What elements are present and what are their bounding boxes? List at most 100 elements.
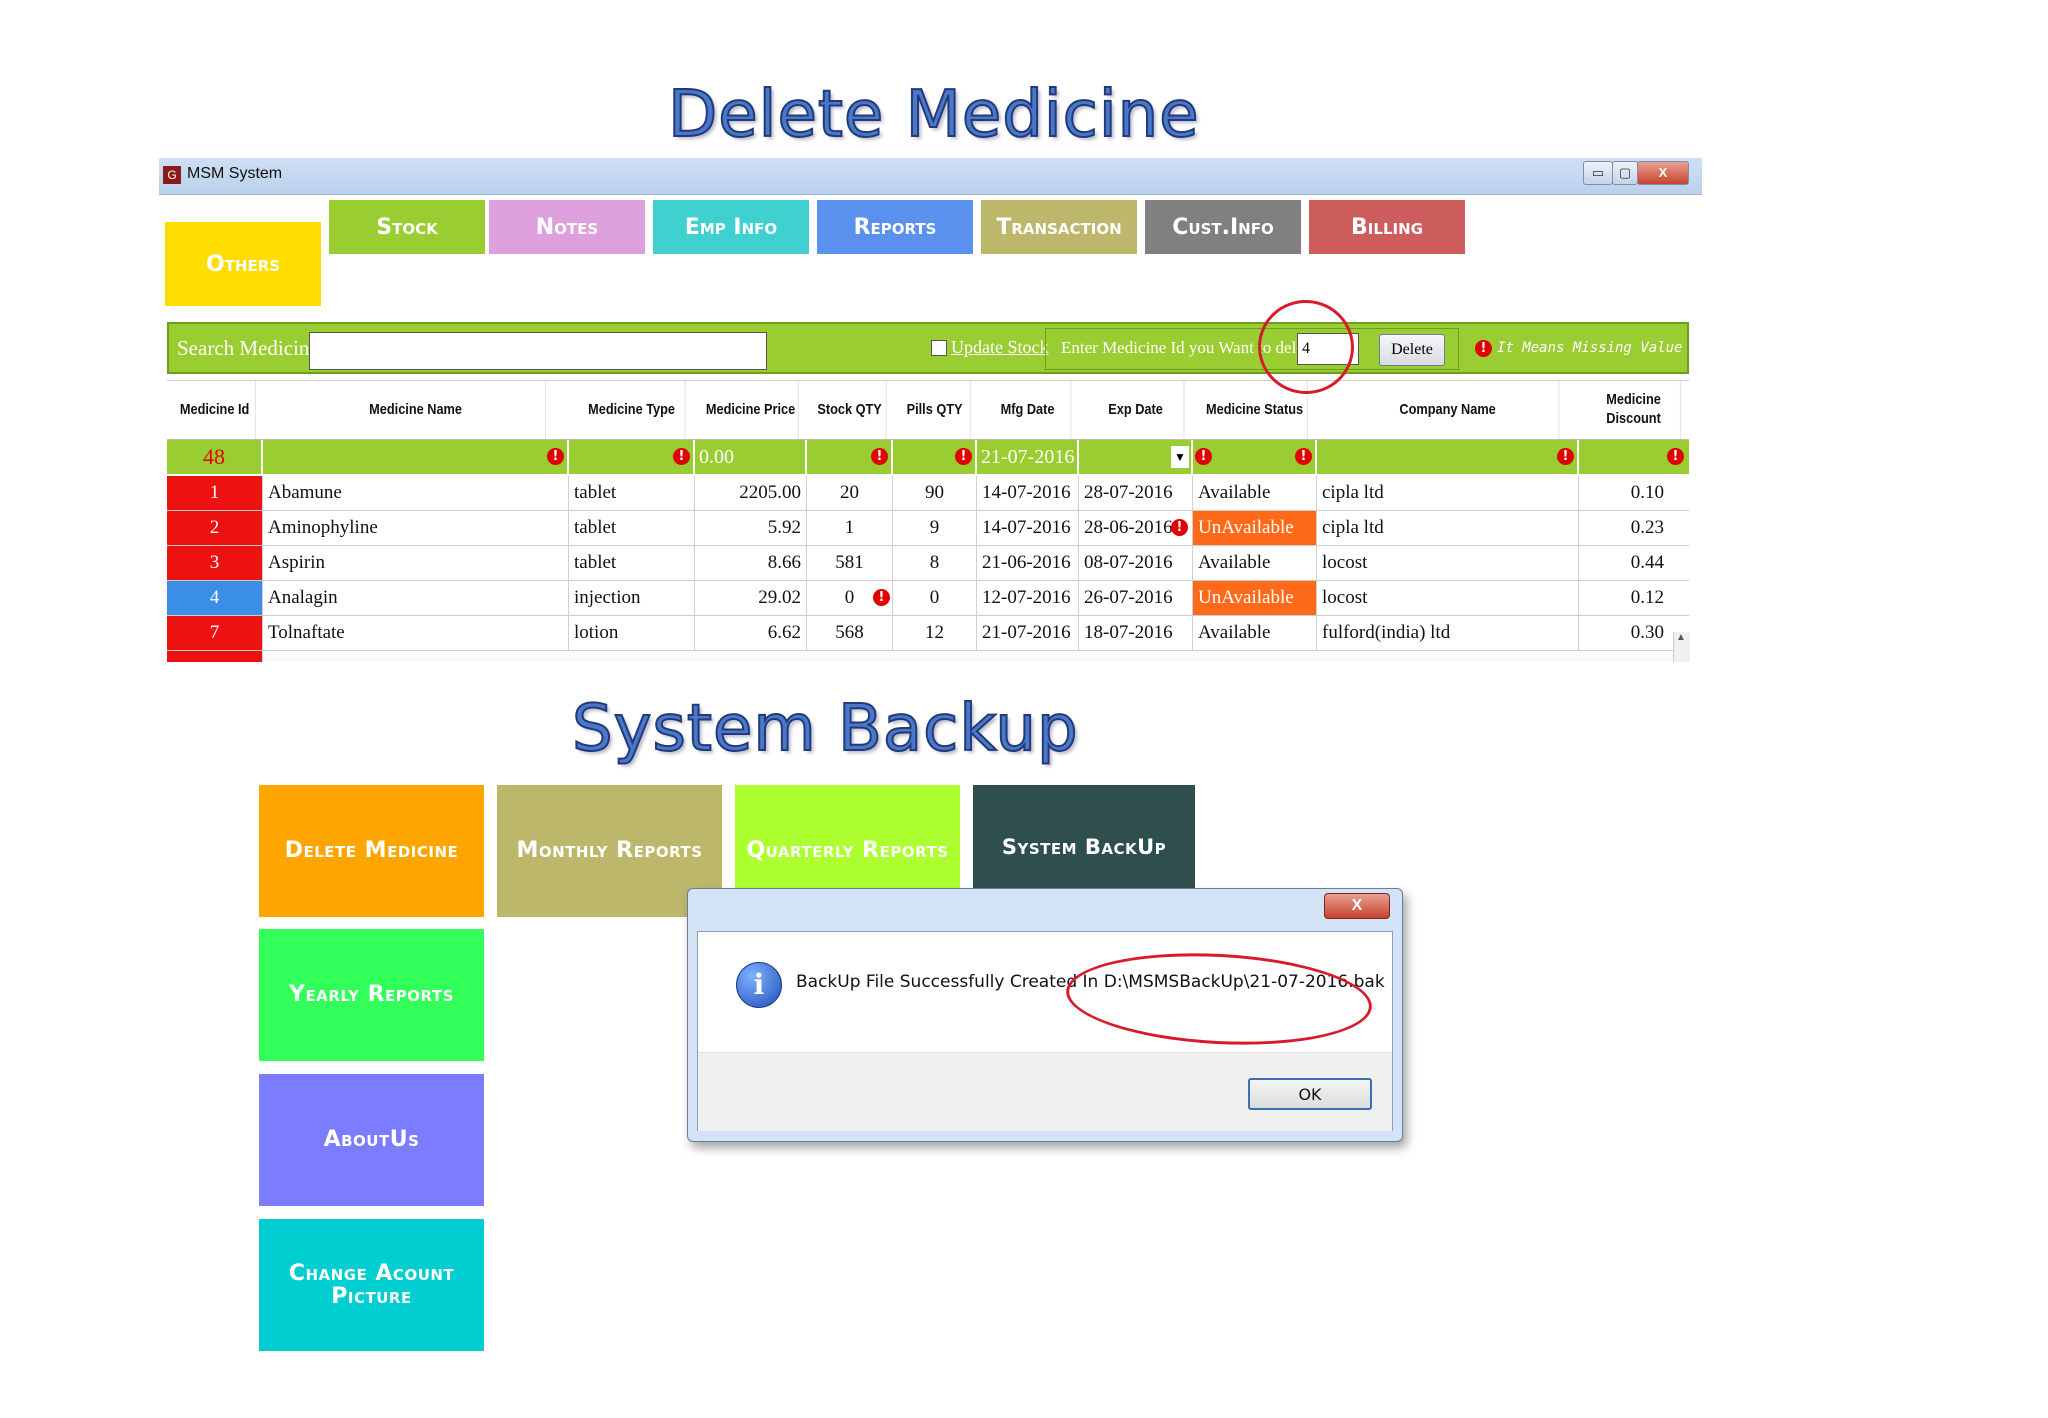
filter-name[interactable] bbox=[263, 440, 569, 474]
row-status[interactable]: Available bbox=[1193, 476, 1317, 510]
row-exp[interactable]: 18-07-2016 bbox=[1079, 616, 1193, 650]
col-medicine-discount[interactable]: Medicine Discount bbox=[1587, 381, 1681, 439]
row-id[interactable]: 2 bbox=[167, 511, 263, 545]
row-price[interactable]: 2205.00 bbox=[695, 476, 807, 510]
row-mfg[interactable]: 21-06-2016 bbox=[977, 546, 1079, 580]
error-icon: ! bbox=[873, 589, 890, 606]
row-price[interactable]: 29.02 bbox=[695, 581, 807, 615]
tab-stock[interactable]: Stock bbox=[329, 200, 485, 254]
window-close-button[interactable]: X bbox=[1637, 161, 1689, 185]
row-type[interactable]: lotion bbox=[569, 616, 695, 650]
row-discount[interactable]: 0.30 bbox=[1579, 616, 1669, 650]
row-pills[interactable]: 8 bbox=[893, 546, 977, 580]
table-row[interactable]: 4 Analagin injection 29.02 0 ! 0 12-07-2… bbox=[167, 581, 1689, 616]
tile-about-us[interactable]: AboutUs bbox=[259, 1074, 484, 1206]
col-medicine-id[interactable]: Medicine Id bbox=[174, 381, 256, 439]
row-name[interactable]: Aspirin bbox=[263, 546, 569, 580]
row-id[interactable] bbox=[167, 651, 263, 662]
date-dropdown-icon[interactable]: ▼ bbox=[1171, 446, 1189, 468]
tab-notes[interactable]: Notes bbox=[489, 200, 645, 254]
row-pills[interactable]: 9 bbox=[893, 511, 977, 545]
update-stock-link[interactable]: Update Stock bbox=[951, 337, 1048, 358]
row-name[interactable]: Abamune bbox=[263, 476, 569, 510]
row-company[interactable]: locost bbox=[1317, 546, 1579, 580]
row-company[interactable]: cipla ltd bbox=[1317, 511, 1579, 545]
row-discount[interactable]: 0.23 bbox=[1579, 511, 1669, 545]
row-company[interactable]: locost bbox=[1317, 581, 1579, 615]
tile-delete-medicine[interactable]: Delete Medicine bbox=[259, 785, 484, 917]
table-row[interactable]: 1 Abamune tablet 2205.00 20 90 14-07-201… bbox=[167, 476, 1689, 511]
tab-reports[interactable]: Reports bbox=[817, 200, 973, 254]
row-name[interactable]: Aminophyline bbox=[263, 511, 569, 545]
table-row[interactable]: 7 Tolnaftate lotion 6.62 568 12 21-07-20… bbox=[167, 616, 1689, 651]
row-stock[interactable]: 568 bbox=[807, 616, 893, 650]
row-discount[interactable]: 0.10 bbox=[1579, 476, 1669, 510]
col-medicine-name[interactable]: Medicine Name bbox=[286, 381, 547, 439]
row-mfg[interactable]: 12-07-2016 bbox=[977, 581, 1079, 615]
row-id[interactable]: 4 bbox=[167, 581, 263, 615]
row-mfg[interactable]: 14-07-2016 bbox=[977, 511, 1079, 545]
filter-id[interactable]: 48 bbox=[167, 440, 263, 474]
scroll-up-icon[interactable]: ▲ bbox=[1674, 632, 1688, 650]
tab-cust-info[interactable]: Cust.Info bbox=[1145, 200, 1301, 254]
row-id[interactable]: 1 bbox=[167, 476, 263, 510]
row-mfg[interactable]: 21-07-2016 bbox=[977, 616, 1079, 650]
row-status[interactable]: UnAvailable bbox=[1193, 581, 1317, 615]
tab-transaction[interactable]: Transaction bbox=[981, 200, 1137, 254]
row-stock[interactable]: 1 bbox=[807, 511, 893, 545]
row-exp[interactable]: 26-07-2016 bbox=[1079, 581, 1193, 615]
row-stock[interactable]: 581 bbox=[807, 546, 893, 580]
update-stock-checkbox[interactable] bbox=[931, 340, 947, 356]
minimize-button[interactable]: ▭ bbox=[1583, 161, 1613, 185]
tile-label: AboutUs bbox=[323, 1127, 420, 1153]
row-id[interactable]: 7 bbox=[167, 616, 263, 650]
row-type[interactable]: injection bbox=[569, 581, 695, 615]
row-type[interactable]: tablet bbox=[569, 546, 695, 580]
delete-button[interactable]: Delete bbox=[1379, 334, 1445, 366]
table-row[interactable]: 2 Aminophyline tablet 5.92 1 9 14-07-201… bbox=[167, 511, 1689, 546]
col-mfg-date[interactable]: Mfg Date bbox=[985, 381, 1072, 439]
row-pills[interactable]: 90 bbox=[893, 476, 977, 510]
row-status[interactable]: Available bbox=[1193, 546, 1317, 580]
dialog-close-button[interactable]: X bbox=[1324, 893, 1390, 919]
row-type[interactable]: tablet bbox=[569, 511, 695, 545]
row-discount[interactable]: 0.12 bbox=[1579, 581, 1669, 615]
col-medicine-type[interactable]: Medicine Type bbox=[578, 381, 686, 439]
tab-emp-info[interactable]: Emp Info bbox=[653, 200, 809, 254]
col-pills-qty[interactable]: Pills QTY bbox=[899, 381, 971, 439]
tile-change-account-picture[interactable]: Change Acount Picture bbox=[259, 1219, 484, 1351]
row-stock[interactable]: 20 bbox=[807, 476, 893, 510]
row-type[interactable]: tablet bbox=[569, 476, 695, 510]
filter-company[interactable] bbox=[1317, 440, 1579, 474]
row-mfg[interactable]: 14-07-2016 bbox=[977, 476, 1079, 510]
row-name[interactable]: Tolnaftate bbox=[263, 616, 569, 650]
row-company[interactable]: cipla ltd bbox=[1317, 476, 1579, 510]
row-price[interactable]: 8.66 bbox=[695, 546, 807, 580]
col-stock-qty[interactable]: Stock QTY bbox=[813, 381, 887, 439]
row-pills[interactable]: 0 bbox=[893, 581, 977, 615]
row-exp[interactable]: 28-07-2016 bbox=[1079, 476, 1193, 510]
row-discount[interactable]: 0.44 bbox=[1579, 546, 1669, 580]
col-company-name[interactable]: Company Name bbox=[1337, 381, 1560, 439]
row-status[interactable]: Available bbox=[1193, 616, 1317, 650]
row-price[interactable]: 5.92 bbox=[695, 511, 807, 545]
search-medicine-input[interactable] bbox=[309, 332, 767, 370]
filter-mfg-date[interactable]: 21-07-2016 bbox=[977, 440, 1079, 474]
table-row[interactable]: 3 Aspirin tablet 8.66 581 8 21-06-2016 0… bbox=[167, 546, 1689, 581]
table-row-partial[interactable] bbox=[167, 651, 1689, 662]
maximize-button[interactable]: ▢ bbox=[1612, 161, 1638, 185]
tab-billing[interactable]: Billing bbox=[1309, 200, 1465, 254]
tile-yearly-reports[interactable]: Yearly Reports bbox=[259, 929, 484, 1061]
row-status[interactable]: UnAvailable bbox=[1193, 511, 1317, 545]
tab-others[interactable]: Others bbox=[165, 222, 321, 306]
row-company[interactable]: fulford(india) ltd bbox=[1317, 616, 1579, 650]
ok-button[interactable]: OK bbox=[1248, 1078, 1372, 1110]
col-exp-date[interactable]: Exp Date bbox=[1088, 381, 1185, 439]
col-medicine-price[interactable]: Medicine Price bbox=[703, 381, 799, 439]
row-exp[interactable]: 08-07-2016 bbox=[1079, 546, 1193, 580]
row-id[interactable]: 3 bbox=[167, 546, 263, 580]
row-pills[interactable]: 12 bbox=[893, 616, 977, 650]
filter-price[interactable]: 0.00 bbox=[695, 440, 807, 474]
row-name[interactable]: Analagin bbox=[263, 581, 569, 615]
row-price[interactable]: 6.62 bbox=[695, 616, 807, 650]
